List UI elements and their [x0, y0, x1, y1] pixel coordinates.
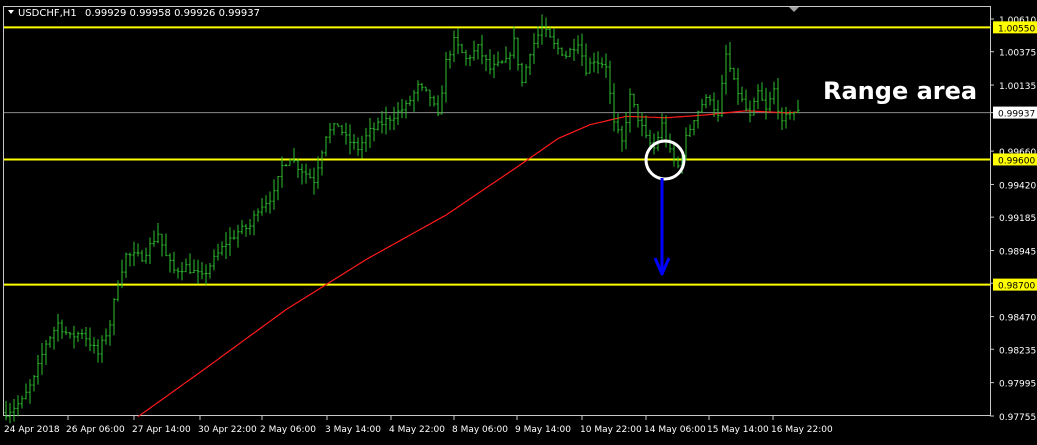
price-tick-label: 0.98945	[999, 248, 1036, 258]
time-tick-label: 4 May 22:00	[389, 425, 445, 435]
level-price-label: 0.99600	[998, 156, 1035, 166]
time-tick-label: 16 May 22:00	[771, 425, 833, 435]
ohlc-values: 0.99929 0.99958 0.99926 0.99937	[85, 8, 260, 19]
price-tick-label: 1.00375	[999, 49, 1036, 59]
time-tick-label: 10 May 22:00	[580, 425, 642, 435]
time-tick-label: 8 May 06:00	[452, 425, 508, 435]
time-tick-label: 14 May 06:00	[644, 425, 706, 435]
range-area-label: Range area	[823, 77, 977, 105]
time-tick-label: 30 Apr 22:00	[198, 425, 257, 435]
current-price-label: 0.99937	[998, 110, 1035, 120]
chart-window[interactable]: 1.006101.003751.001350.999370.996600.994…	[0, 0, 1037, 441]
time-tick-label: 15 May 14:00	[707, 425, 769, 435]
level-price-label: 0.98700	[998, 282, 1035, 292]
time-tick-label: 3 May 14:00	[325, 425, 381, 435]
price-tick-label: 0.99420	[999, 181, 1036, 191]
symbol-label: USDCHF,H1	[18, 8, 77, 19]
price-tick-label: 0.98470	[999, 314, 1036, 324]
time-tick-label: 9 May 14:00	[515, 425, 571, 435]
price-tick-label: 0.97755	[999, 413, 1036, 423]
time-tick-label: 26 Apr 06:00	[66, 425, 125, 435]
price-tick-label: 0.98235	[999, 346, 1036, 356]
price-tick-label: 0.99185	[999, 214, 1036, 224]
time-tick-label: 27 Apr 14:00	[132, 425, 191, 435]
level-price-label: 1.00550	[998, 24, 1035, 34]
price-tick-label: 1.00135	[999, 82, 1036, 92]
time-tick-label: 24 Apr 2018	[4, 425, 60, 435]
price-tick-label: 0.97995	[999, 380, 1036, 390]
time-tick-label: 2 May 06:00	[260, 425, 316, 435]
